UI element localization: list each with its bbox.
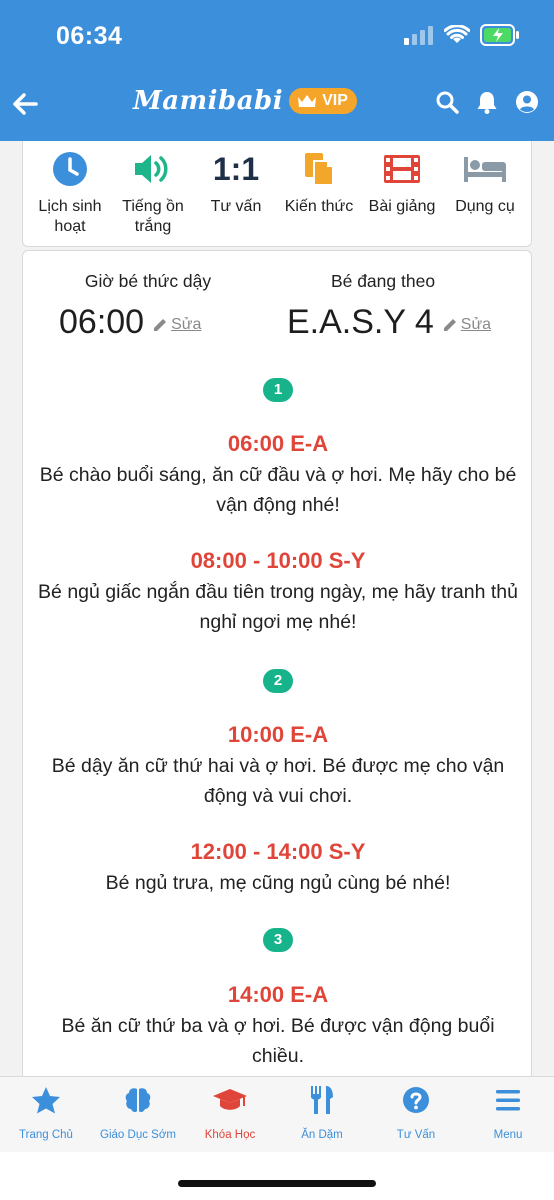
- step-badge: 1: [263, 378, 293, 402]
- bed-icon: [440, 151, 530, 187]
- nav-an-dam[interactable]: Ăn Dặm: [276, 1085, 368, 1141]
- entry-description: Bé chào buổi sáng, ăn cữ đầu và ợ hơi. M…: [39, 464, 517, 516]
- wifi-icon: [443, 23, 471, 50]
- nav-giao-duc-som[interactable]: Giáo Dục Sớm: [92, 1085, 184, 1141]
- home-indicator-area: [0, 1152, 554, 1200]
- category-dung-cu[interactable]: Dụng cụ: [440, 151, 530, 217]
- wake-time-value-row: 06:00 Sửa: [59, 303, 201, 342]
- category-label: Tiếng ồn trắng: [122, 198, 184, 235]
- entry-description: Bé dậy ăn cữ thứ hai và ợ hơi. Bé được m…: [51, 755, 505, 807]
- crown-icon: [298, 95, 317, 107]
- entry-description: Bé ngủ trưa, mẹ cũng ngủ cùng bé nhé!: [105, 872, 451, 894]
- wake-time-value: 06:00: [59, 303, 145, 341]
- graduation-cap-icon: [184, 1085, 276, 1115]
- edit-wake-time-link[interactable]: Sửa: [152, 316, 201, 334]
- nav-trang-chu[interactable]: Trang Chủ: [0, 1085, 92, 1141]
- speaker-icon: [108, 151, 198, 187]
- category-shortcuts: Lịch sinh hoạt Tiếng ồn trắng 1:1 Tư vấn…: [22, 141, 532, 247]
- step-badge: 3: [263, 928, 293, 952]
- brand-logo: Mamibabi: [133, 86, 284, 116]
- header-actions: [434, 88, 540, 116]
- search-icon[interactable]: [434, 88, 460, 116]
- schedule-card: Giờ bé thức dậy 06:00 Sửa Bé đang theo E…: [22, 250, 532, 1080]
- bell-icon[interactable]: [474, 88, 500, 116]
- clock-icon: [25, 151, 115, 187]
- vip-label: VIP: [322, 92, 348, 109]
- brand: Mamibabi VIP: [133, 86, 357, 116]
- nav-tu-van[interactable]: Tư Vấn: [370, 1085, 462, 1141]
- category-bai-giang[interactable]: Bài giảng: [357, 151, 447, 217]
- category-lich-sinh-hoat[interactable]: Lịch sinh hoạt: [25, 151, 115, 237]
- one-on-one-icon: 1:1: [212, 150, 260, 187]
- app-header: Mamibabi VIP: [0, 80, 554, 128]
- entry-title: 06:00 E-A: [227, 431, 329, 456]
- entry-title: 12:00 - 14:00 S-Y: [190, 839, 366, 864]
- category-label: Kiến thức: [284, 198, 354, 215]
- nav-khoa-hoc[interactable]: Khóa Học: [184, 1085, 276, 1141]
- battery-icon: [480, 23, 520, 51]
- wake-time-caption: Giờ bé thức dậy: [84, 271, 212, 291]
- entry-title: 10:00 E-A: [227, 722, 329, 747]
- status-time: 06:34: [56, 22, 123, 50]
- category-tu-van[interactable]: 1:1 Tư vấn: [191, 151, 281, 217]
- plan-value-row: E.A.S.Y 4 Sửa: [287, 303, 491, 342]
- vip-badge[interactable]: VIP: [289, 88, 357, 114]
- category-kien-thuc[interactable]: Kiến thức: [274, 151, 364, 217]
- utensils-icon: [276, 1085, 368, 1115]
- question-icon: [370, 1085, 462, 1115]
- category-label: Lịch sinh hoạt: [38, 198, 102, 235]
- film-icon: [357, 151, 447, 187]
- entry-title: 14:00 E-A: [227, 982, 329, 1007]
- pencil-icon: [154, 319, 167, 331]
- step-badge: 2: [263, 669, 293, 693]
- entry-description: Bé ngủ giấc ngắn đầu tiên trong ngày, mẹ…: [38, 581, 518, 633]
- home-indicator[interactable]: [178, 1180, 376, 1187]
- app-top-bar: 06:34 Mamibabi VIP: [0, 0, 554, 141]
- brain-icon: [92, 1085, 184, 1115]
- edit-plan-link[interactable]: Sửa: [442, 316, 491, 334]
- star-icon: [0, 1085, 92, 1115]
- nav-menu[interactable]: Menu: [462, 1085, 554, 1141]
- plan-name: E.A.S.Y 4: [287, 303, 434, 341]
- pencil-icon: [443, 319, 456, 331]
- category-label: Bài giảng: [368, 198, 436, 215]
- arrow-left-icon: [13, 93, 38, 115]
- category-label: Dụng cụ: [455, 198, 515, 215]
- signal-icon: [404, 25, 434, 50]
- category-tieng-on-trang[interactable]: Tiếng ồn trắng: [108, 151, 198, 237]
- plan-caption: Bé đang theo: [330, 271, 436, 291]
- documents-icon: [274, 151, 364, 187]
- account-icon[interactable]: [514, 88, 540, 116]
- entry-description: Bé ăn cữ thứ ba và ợ hơi. Bé được vận độ…: [61, 1015, 495, 1067]
- menu-icon: [462, 1085, 554, 1115]
- entry-title: 08:00 - 10:00 S-Y: [190, 548, 366, 573]
- category-label: Tư vấn: [210, 198, 262, 215]
- bottom-nav: Trang Chủ Giáo Dục Sớm Khóa Học Ăn Dặm T…: [0, 1076, 554, 1152]
- back-button[interactable]: [8, 84, 42, 124]
- status-icons: [404, 23, 520, 51]
